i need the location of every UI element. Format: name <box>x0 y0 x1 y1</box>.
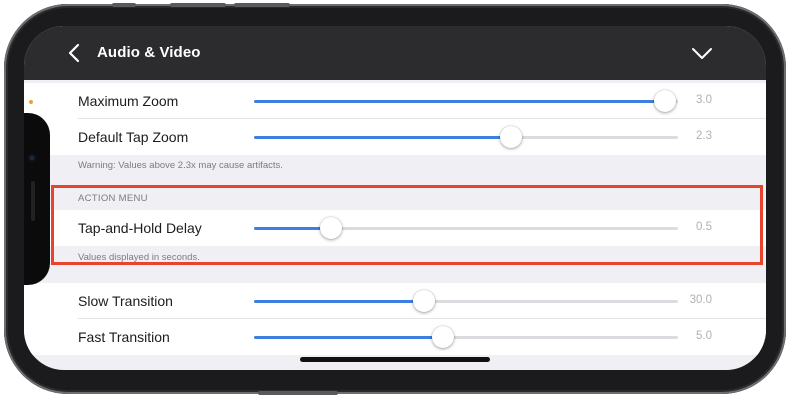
camera-icon <box>28 154 36 162</box>
slider-value: 3.0 <box>696 94 712 106</box>
slider-fill <box>254 136 512 139</box>
default-tap-zoom-slider[interactable] <box>254 126 678 148</box>
slider-value: 30.0 <box>689 294 712 306</box>
hardware-button <box>112 3 136 7</box>
slider-fill <box>254 336 444 339</box>
slider-label: Fast Transition <box>78 329 170 345</box>
slider-label: Slow Transition <box>78 293 173 309</box>
slow-transition-slider[interactable] <box>254 290 678 312</box>
slider-value: 5.0 <box>696 330 712 342</box>
navigation-bar: Audio & Video <box>24 26 766 80</box>
highlight-box <box>51 185 763 265</box>
slider-row-default-tap-zoom: Default Tap Zoom 2.3 <box>24 119 766 155</box>
slider-thumb[interactable] <box>413 290 436 312</box>
section-footer: Warning: Values above 2.3x may cause art… <box>78 160 283 171</box>
hardware-button <box>258 391 338 395</box>
chevron-left-icon[interactable] <box>64 42 86 64</box>
slider-row-maximum-zoom: Maximum Zoom 3.0 <box>24 83 766 119</box>
slider-thumb[interactable] <box>500 126 523 148</box>
hardware-button <box>234 3 290 7</box>
slider-value: 2.3 <box>696 130 712 142</box>
slider-fill <box>254 100 666 103</box>
maximum-zoom-slider[interactable] <box>254 90 678 112</box>
fast-transition-slider[interactable] <box>254 326 678 348</box>
hardware-button <box>170 3 226 7</box>
slider-fill <box>254 300 425 303</box>
slider-row-slow-transition: Slow Transition 30.0 <box>24 283 766 319</box>
speaker-grille <box>31 181 35 221</box>
slider-thumb[interactable] <box>654 90 677 112</box>
home-indicator[interactable] <box>300 357 490 362</box>
slider-label: Default Tap Zoom <box>78 129 189 145</box>
sensor-housing <box>24 113 50 285</box>
chevron-down-icon[interactable] <box>690 41 714 65</box>
slider-row-fast-transition: Fast Transition 5.0 <box>24 319 766 355</box>
slider-label: Maximum Zoom <box>78 93 179 109</box>
slider-thumb[interactable] <box>432 326 455 348</box>
page-title: Audio & Video <box>97 44 201 61</box>
status-indicator-dot <box>29 100 33 104</box>
